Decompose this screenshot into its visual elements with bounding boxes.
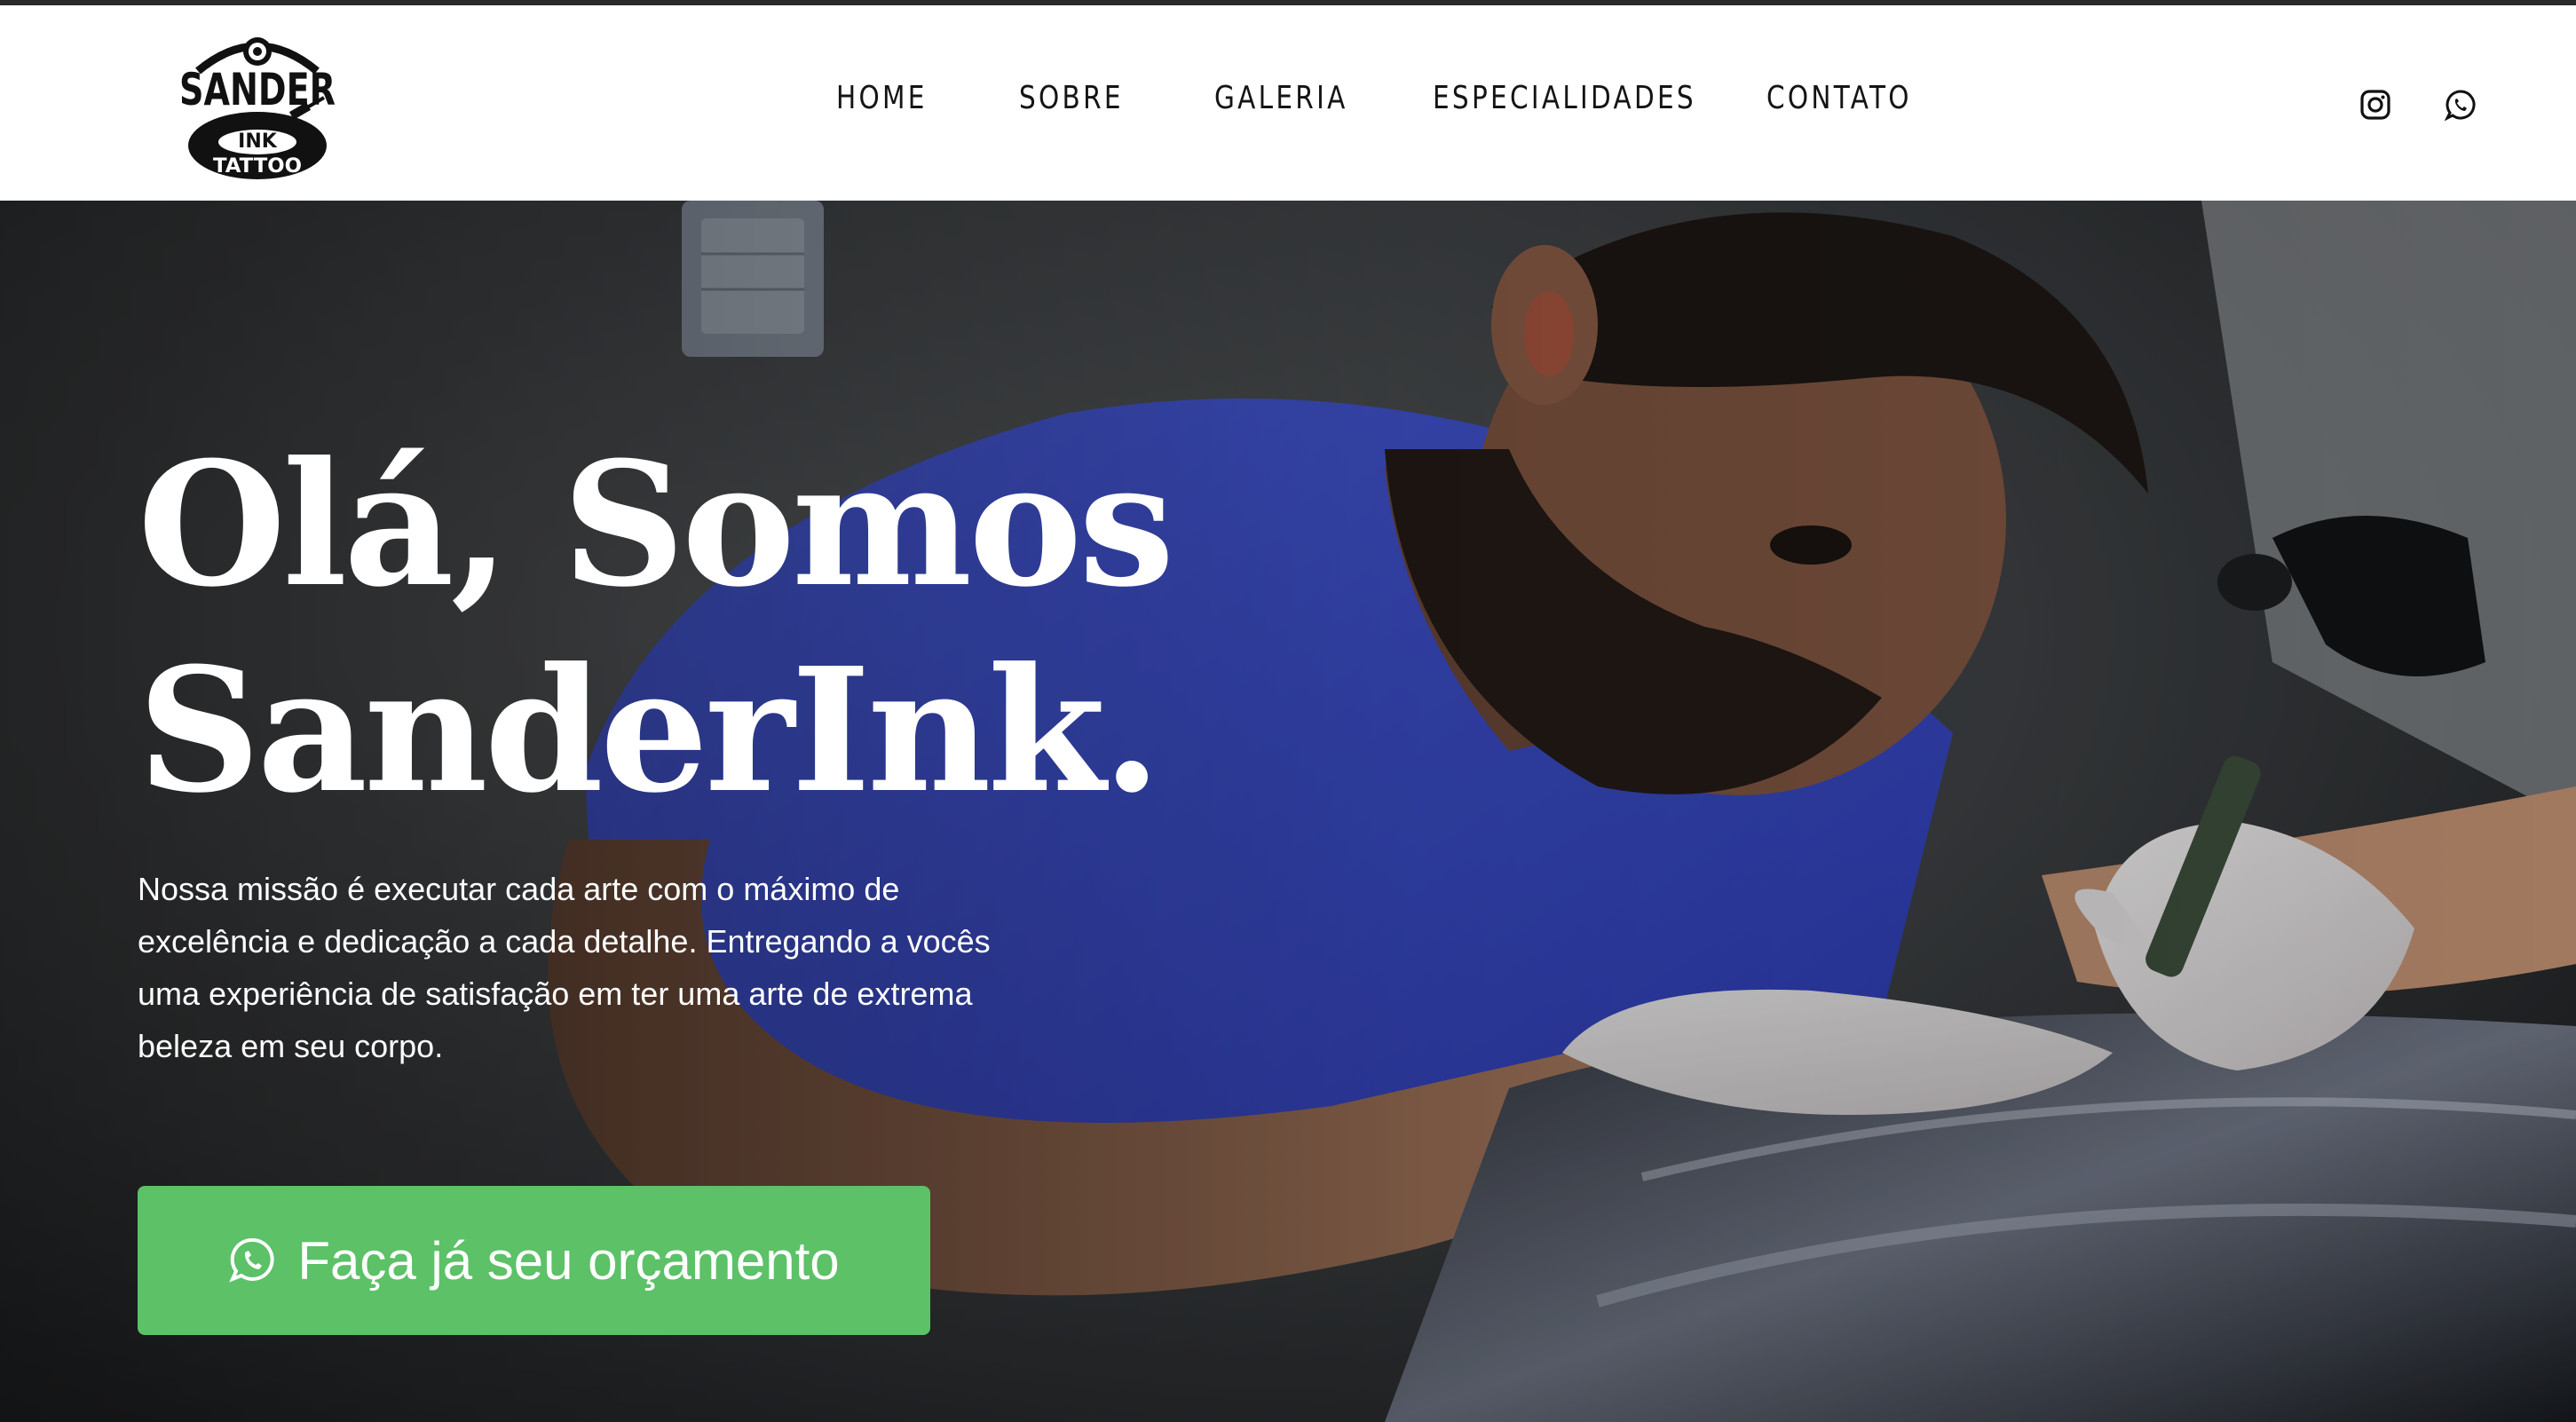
logo-text-tattoo: TATTOO (213, 155, 302, 178)
nav-item-home[interactable]: HOME (836, 80, 928, 116)
whatsapp-icon (229, 1237, 274, 1283)
hero-title-line-2: SanderInk. (138, 631, 1162, 831)
page: SANDER INK TATTOO HOME SOBRE GALERIA ESP… (0, 0, 2576, 1422)
hero-title-line-1: Olá, Somos (138, 425, 1174, 625)
hero-description: Nossa missão é executar cada arte com o … (138, 871, 991, 1064)
nav-item-contato[interactable]: CONTATO (1766, 80, 1912, 116)
main-nav: HOME SOBRE GALERIA ESPECIALIDADES CONTAT… (0, 80, 2576, 133)
hero-title: Olá, Somos SanderInk. (138, 423, 1174, 834)
nav-item-especialidades[interactable]: ESPECIALIDADES (1433, 80, 1696, 116)
instagram-icon[interactable] (2358, 87, 2393, 122)
hero-section: Olá, Somos SanderInk. Nossa missão é exe… (0, 201, 2576, 1422)
whatsapp-icon[interactable] (2443, 87, 2478, 122)
nav-item-sobre[interactable]: SOBRE (1019, 80, 1124, 116)
nav-item-galeria[interactable]: GALERIA (1214, 80, 1348, 116)
logo-text-ink: INK (238, 130, 278, 153)
budget-cta-label: Faça já seu orçamento (297, 1230, 840, 1291)
budget-cta-button[interactable]: Faça já seu orçamento (138, 1186, 930, 1335)
site-header: SANDER INK TATTOO HOME SOBRE GALERIA ESP… (0, 5, 2576, 201)
